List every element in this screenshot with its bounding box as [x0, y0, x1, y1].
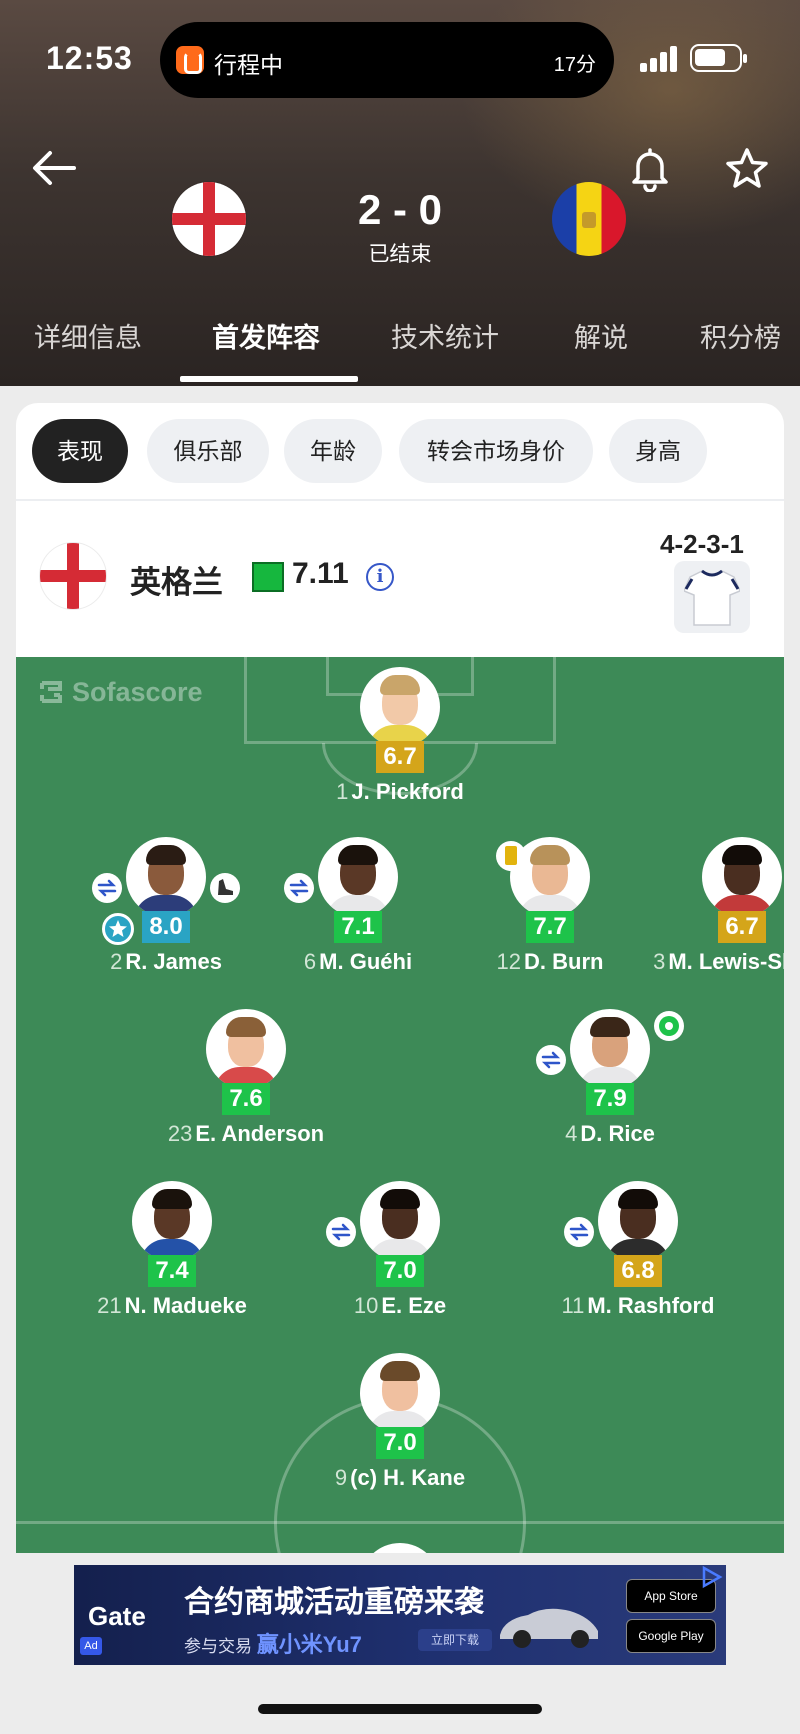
player-rating: 6.7 [718, 911, 766, 943]
team-formation: 4-2-3-1 [660, 529, 744, 559]
tab-details[interactable]: 详细信息 [34, 316, 142, 355]
player-avatar [598, 1181, 678, 1261]
player-name: 4 D. Rice [565, 1121, 655, 1146]
player-avatar [702, 837, 782, 917]
tab-statistics[interactable]: 技术统计 [391, 316, 499, 355]
player-rating: 7.4 [148, 1255, 196, 1287]
back-arrow-icon[interactable] [30, 148, 78, 188]
car-image [500, 1608, 598, 1648]
player-card[interactable]: 7.4 21 N. Madueke [52, 1181, 292, 1341]
player-name: 11 M. Rashford [561, 1293, 715, 1318]
filter-market-value[interactable]: 转会市场身价 [399, 419, 593, 483]
island-time: 17分 [553, 54, 596, 76]
filter-performance[interactable]: 表现 [32, 419, 128, 483]
player-rating: 7.6 [222, 1083, 270, 1115]
player-card[interactable]: 7.0 10 E. Eze [280, 1181, 520, 1341]
player-card[interactable]: 6.7 3M. Lewis-Skelly [622, 837, 784, 997]
ad-download-button[interactable]: 立即下载 [418, 1629, 492, 1651]
player-rating: 7.7 [526, 911, 574, 943]
substitution-icon [284, 873, 314, 903]
player-rating: 7.9 [586, 1083, 634, 1115]
home-indicator[interactable] [258, 1704, 542, 1714]
sofascore-logo-icon [40, 681, 62, 703]
ad-choices-icon[interactable] [696, 1565, 726, 1589]
dynamic-island[interactable]: 行程中 17分 [160, 22, 614, 98]
player-card[interactable]: 6.7 1 J. Pickford [280, 667, 520, 827]
signal-icon [640, 46, 678, 72]
ride-app-icon [176, 46, 204, 74]
boot-icon [210, 873, 240, 903]
player-rating: 6.8 [614, 1255, 662, 1287]
player-rating: 7.1 [334, 911, 382, 943]
match-header: 12:53 行程中 17分 2 - 0 已结束 详细信息 首发阵容 技术统计 解… [0, 0, 800, 386]
substitution-icon [536, 1045, 566, 1075]
tab-standings[interactable]: 积分榜 [700, 316, 781, 355]
player-avatar [206, 1009, 286, 1089]
player-card[interactable]: 7.0 9 (c) H. Kane [280, 1353, 520, 1513]
island-label: 行程中 [214, 52, 283, 78]
match-status: 已结束 [368, 243, 432, 266]
player-card[interactable]: 6.8 11 M. Rashford [518, 1181, 758, 1341]
team-name: 英格兰 [130, 565, 223, 600]
lineup-pitch: Sofascore 6.7 1 J. Pickford 8.0 2 R. James [16, 657, 784, 1553]
player-rating: 7.0 [376, 1255, 424, 1287]
filter-height[interactable]: 身高 [609, 419, 707, 483]
status-time: 12:53 [46, 40, 133, 76]
andorra-flag-icon[interactable] [552, 182, 626, 256]
substitution-icon [564, 1217, 594, 1247]
watermark: Sofascore [72, 677, 203, 707]
star-icon[interactable] [724, 146, 770, 192]
google-play-badge[interactable]: Google Play [626, 1619, 716, 1653]
ad-badge: Ad [80, 1637, 102, 1655]
team-rating: 7.11 [292, 557, 349, 590]
player-name: 1 J. Pickford [336, 779, 464, 804]
player-rating: 6.7 [376, 741, 424, 773]
team-rating-indicator [252, 562, 284, 592]
player-card[interactable]: 7.6 23 E. Anderson [126, 1009, 366, 1169]
ad-title: 合约商城活动重磅来袭 [184, 1586, 484, 1619]
battery-icon [690, 44, 747, 72]
player-avatar [360, 667, 440, 747]
ad-subtitle: 参与交易 赢小米Yu7 [184, 1632, 362, 1657]
yellow-card-icon [496, 841, 526, 871]
shirt-icon [684, 569, 740, 626]
filter-age[interactable]: 年龄 [284, 419, 382, 483]
goal-icon [654, 1011, 684, 1041]
player-avatar [570, 1009, 650, 1089]
player-name: 23 E. Anderson [167, 1121, 325, 1146]
tab-lineups[interactable]: 首发阵容 [212, 316, 320, 355]
team-flag-icon [40, 543, 106, 609]
match-tabs: 详细信息 首发阵容 技术统计 解说 积分榜 [0, 316, 800, 386]
match-score: 2 - 0 [357, 186, 443, 233]
player-avatar [360, 1353, 440, 1433]
substitution-icon [326, 1217, 356, 1247]
player-name: 9 (c) H. Kane [334, 1465, 466, 1490]
player-avatar [132, 1181, 212, 1261]
info-icon[interactable]: i [366, 563, 394, 591]
player-rating: 7.0 [376, 1427, 424, 1459]
england-flag-icon[interactable] [172, 182, 246, 256]
player-avatar [360, 1181, 440, 1261]
man-of-the-match-icon [102, 913, 134, 945]
team-summary: 英格兰 7.11 i 4-2-3-1 [16, 501, 784, 657]
player-avatar [318, 837, 398, 917]
substitution-icon [92, 873, 122, 903]
tab-commentary[interactable]: 解说 [574, 316, 628, 355]
bell-icon[interactable] [628, 146, 672, 192]
player-rating: 8.0 [142, 911, 190, 943]
player-avatar [126, 837, 206, 917]
team-kit[interactable] [674, 561, 750, 633]
filter-club[interactable]: 俱乐部 [147, 419, 269, 483]
ad-banner[interactable]: Gate Ad 合约商城活动重磅来袭 参与交易 赢小米Yu7 立即下载 App … [74, 1565, 726, 1665]
player-card[interactable]: 7.9 4 D. Rice [490, 1009, 730, 1169]
ad-brand: Gate [88, 1601, 146, 1631]
player-name: 3M. Lewis-Skelly [653, 949, 784, 974]
lineup-panel: 表现 俱乐部 年龄 转会市场身价 身高 英格兰 7.11 i 4-2-3-1 S… [16, 403, 784, 1553]
active-tab-indicator [180, 376, 358, 382]
